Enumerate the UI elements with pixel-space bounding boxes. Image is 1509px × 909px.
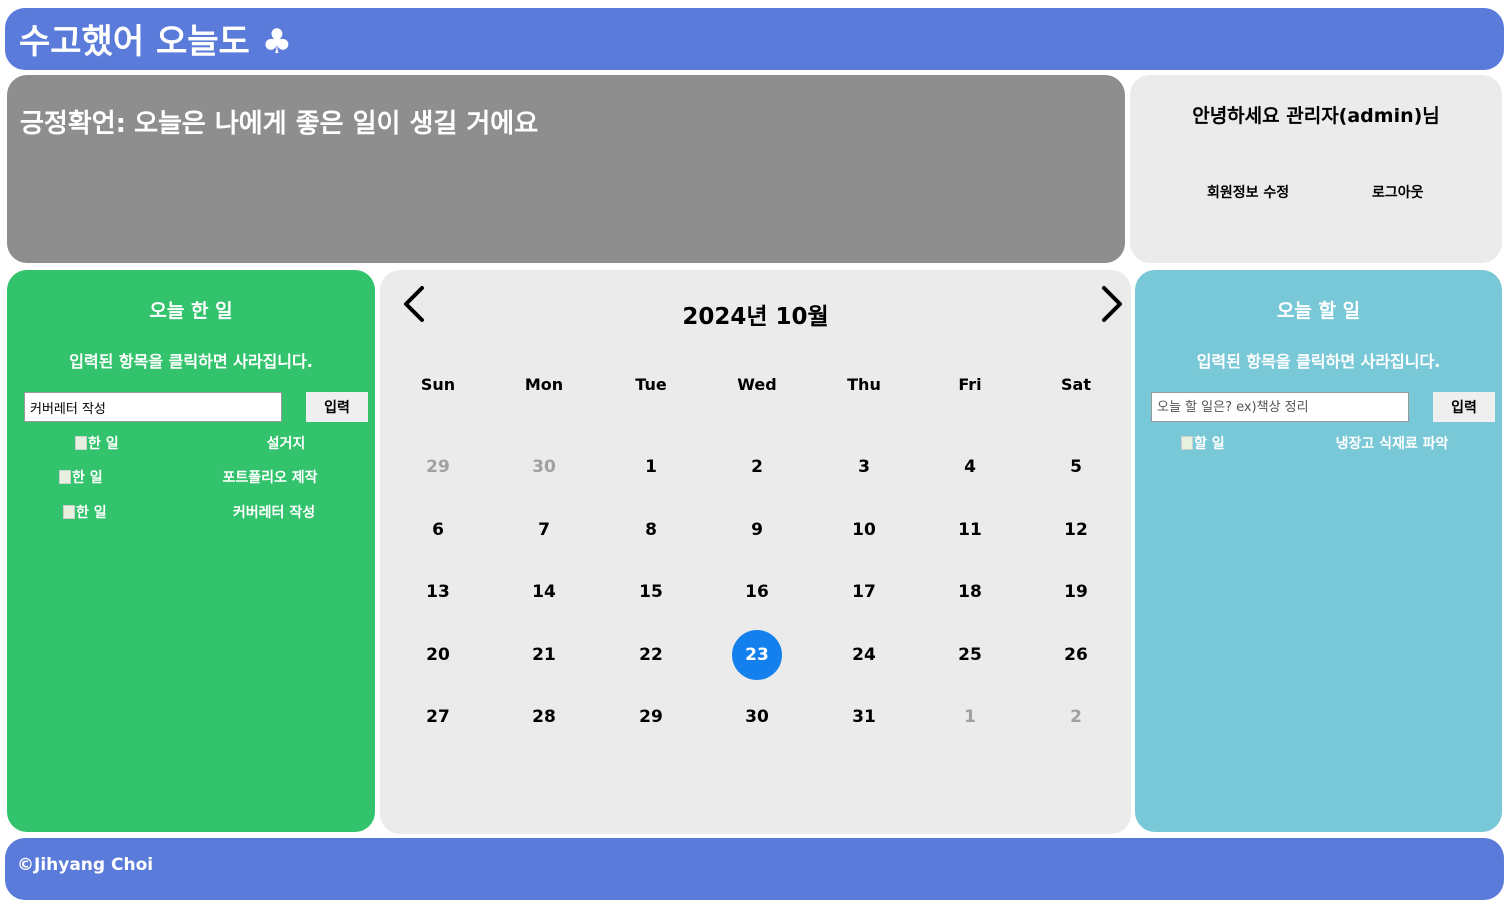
next-month-button[interactable] [1096,284,1126,324]
done-item-text: 포트폴리오 제작 [222,470,318,486]
done-item-image: 한 일 [59,467,103,487]
calendar-day[interactable]: 26 [1051,630,1101,680]
done-item[interactable]: 한 일 설거지 [7,433,375,457]
done-item-text: 커버레터 작성 [232,505,316,521]
done-item-image: 한 일 [63,502,107,522]
todo-item-text: 냉장고 식재료 파악 [1335,436,1449,452]
todo-hint: 입력된 항목을 클릭하면 사라집니다. [1196,352,1441,371]
calendar-day[interactable]: 27 [413,692,463,742]
calendar-day[interactable]: 9 [732,505,782,555]
calendar-day[interactable]: 2 [732,442,782,492]
calendar-day[interactable]: 8 [626,505,676,555]
done-hint: 입력된 항목을 클릭하면 사라집니다. [69,352,313,371]
calendar-day[interactable]: 5 [1051,442,1101,492]
broken-image-icon [59,470,71,484]
broken-image-icon [63,505,75,519]
calendar-day[interactable]: 19 [1051,567,1101,617]
calendar-day[interactable]: 30 [732,692,782,742]
app-title: 수고했어 오늘도 ♣ [19,22,293,62]
done-item-text: 설거지 [266,436,306,452]
affirmation-label: 긍정확언: [20,109,127,139]
calendar-day[interactable]: 21 [519,630,569,680]
weekday-header: Thu [847,375,881,394]
calendar-day[interactable]: 30 [519,442,569,492]
weekday-header: Fri [958,375,982,394]
affirmation-panel: 긍정확언: 오늘은 나에게 좋은 일이 생길 거에요 [7,75,1125,263]
calendar-day[interactable]: 3 [839,442,889,492]
todo-input[interactable] [1151,392,1409,422]
todo-panel: 오늘 할 일 입력된 항목을 클릭하면 사라집니다. 입력 할 일 냉장고 식재… [1135,270,1502,832]
weekday-header: Mon [524,375,564,394]
broken-image-icon [75,436,87,450]
calendar-day[interactable]: 13 [413,567,463,617]
user-panel: 안녕하세요 관리자(admin)님 회원정보 수정 로그아웃 [1130,75,1502,263]
weekday-header: Sat [1061,375,1091,394]
calendar-day[interactable]: 2 [1051,692,1101,742]
todo-item-image: 할 일 [1181,433,1225,453]
greeting-text: 안녕하세요 관리자(admin)님 [1192,105,1440,127]
todo-submit-button[interactable]: 입력 [1433,392,1495,422]
todo-title: 오늘 할 일 [1276,300,1361,322]
todo-item[interactable]: 할 일 냉장고 식재료 파악 [1135,433,1502,457]
calendar-day[interactable]: 18 [945,567,995,617]
calendar-day[interactable]: 14 [519,567,569,617]
calendar-panel: 2024년 10월 Sun Mon Tue Wed Thu Fri Sat 29… [380,270,1131,834]
chevron-right-icon [1102,286,1122,322]
calendar-day[interactable]: 7 [519,505,569,555]
calendar-day[interactable]: 24 [839,630,889,680]
calendar-day[interactable]: 1 [626,442,676,492]
calendar-day[interactable]: 25 [945,630,995,680]
logout-link[interactable]: 로그아웃 [1372,182,1424,202]
calendar-day[interactable]: 29 [626,692,676,742]
copyright-text: ©Jihyang Choi [17,855,154,875]
calendar-day[interactable]: 29 [413,442,463,492]
weekday-header: Wed [737,375,777,394]
edit-profile-link[interactable]: 회원정보 수정 [1207,182,1289,202]
calendar-day[interactable]: 4 [945,442,995,492]
broken-image-icon [1181,436,1193,450]
affirmation-text: 긍정확언: 오늘은 나에게 좋은 일이 생길 거에요 [20,103,538,140]
calendar-day[interactable]: 22 [626,630,676,680]
calendar-day-today[interactable]: 23 [732,630,782,680]
calendar-day[interactable]: 28 [519,692,569,742]
done-input[interactable] [24,392,282,422]
done-submit-button[interactable]: 입력 [306,392,368,422]
calendar-day[interactable]: 10 [839,505,889,555]
header-bar: 수고했어 오늘도 ♣ [5,8,1504,70]
footer-bar: ©Jihyang Choi [5,838,1504,900]
done-item[interactable]: 한 일 커버레터 작성 [7,502,375,526]
weekday-header: Sun [420,375,456,394]
calendar-month-title: 2024년 10월 [682,304,829,330]
done-panel: 오늘 한 일 입력된 항목을 클릭하면 사라집니다. 입력 한 일 설거지 한 … [7,270,375,832]
calendar-day[interactable]: 12 [1051,505,1101,555]
affirmation-message: 오늘은 나에게 좋은 일이 생길 거에요 [134,109,539,139]
calendar-day[interactable]: 17 [839,567,889,617]
calendar-day[interactable]: 31 [839,692,889,742]
calendar-day[interactable]: 20 [413,630,463,680]
weekday-header: Tue [635,375,667,394]
calendar-day[interactable]: 16 [732,567,782,617]
done-title: 오늘 한 일 [149,300,233,322]
calendar-day[interactable]: 11 [945,505,995,555]
calendar-day[interactable]: 1 [945,692,995,742]
done-item-image: 한 일 [75,433,119,453]
calendar-day[interactable]: 15 [626,567,676,617]
done-item[interactable]: 한 일 포트폴리오 제작 [7,467,375,491]
calendar-day[interactable]: 6 [413,505,463,555]
